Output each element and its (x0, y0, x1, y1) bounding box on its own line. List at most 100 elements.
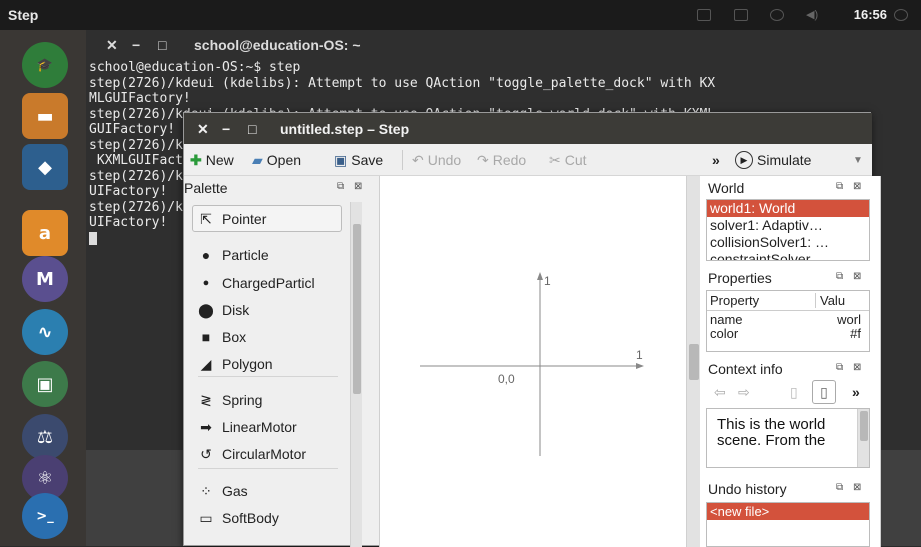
context-scrollbar[interactable] (857, 409, 869, 467)
palette-item-polygon[interactable]: ◢ Polygon (198, 352, 273, 376)
simulate-dropdown-icon[interactable]: ▼ (853, 150, 863, 170)
terminal-titlebar[interactable]: ✕ − □ school@education-OS: ~ (86, 30, 921, 58)
dock-float-icon[interactable]: ⧉ (836, 362, 843, 373)
step-window[interactable]: ✕ − □ untitled.step – Step ✚ New ▰ Open … (183, 112, 881, 547)
redo-button[interactable]: ↷ Redo (477, 150, 526, 170)
palette-item-spring[interactable]: ≷ Spring (198, 388, 262, 412)
palette-item-disk[interactable]: ⬤ Disk (198, 298, 249, 322)
dock-float-icon[interactable]: ⧉ (337, 181, 344, 192)
property-value[interactable]: #f (850, 326, 861, 341)
launcher-terminal-small-icon[interactable]: >_ (22, 493, 68, 539)
property-value[interactable]: worl (837, 312, 861, 327)
dock-float-icon[interactable]: ⧉ (836, 271, 843, 282)
close-icon[interactable]: ✕ (106, 37, 118, 54)
property-name[interactable]: name (710, 312, 743, 327)
undo-history-item[interactable]: <new file> (707, 503, 869, 520)
world-list-item[interactable]: world1: World (707, 200, 869, 217)
palette-item-linear-motor[interactable]: ➡ LinearMotor (198, 415, 297, 439)
palette-scrollbar[interactable] (350, 202, 362, 547)
palette-item-charged-particle[interactable]: ● ChargedParticl (198, 271, 315, 295)
launcher-files-icon[interactable]: ▬ (22, 93, 68, 139)
context-overflow-button[interactable]: » (852, 384, 860, 400)
lock-page-icon[interactable]: ▯ (812, 380, 836, 404)
toolbar-overflow-button[interactable]: » (712, 150, 720, 170)
palette-item-label: SoftBody (222, 510, 279, 526)
property-column-header[interactable]: Property (710, 293, 759, 308)
value-column-header[interactable]: Valu (815, 293, 845, 308)
palette-item-box[interactable]: ■ Box (198, 325, 246, 349)
palette-item-label: CircularMotor (222, 446, 307, 462)
property-name[interactable]: color (710, 326, 738, 341)
palette-item-label: ChargedParticl (222, 275, 315, 291)
box-icon: ■ (201, 329, 211, 345)
dock-close-icon[interactable]: ⊠ (853, 271, 861, 282)
maximize-icon[interactable]: □ (158, 37, 166, 53)
palette-item-pointer[interactable]: ⇱ Pointer (198, 207, 266, 231)
dock-close-icon[interactable]: ⊠ (354, 181, 362, 192)
origin-label: 0,0 (498, 372, 515, 386)
dock-close-icon[interactable]: ⊠ (853, 362, 861, 373)
world-list-item[interactable]: constraintSolver (707, 251, 869, 260)
context-info-view[interactable]: This is the world scene. From the (706, 408, 870, 468)
dock-close-icon[interactable]: ⊠ (853, 482, 861, 493)
simulate-button[interactable]: ▶ Simulate (735, 150, 811, 170)
launcher: 🎓 ▬ ◆ a M ∿ ▣ ⚖ ⚛ >_ (0, 30, 86, 546)
world-object-list[interactable]: world1: World solver1: Adaptiv… collisionS… (706, 199, 870, 261)
maximize-icon[interactable]: □ (248, 121, 256, 137)
step-titlebar[interactable]: ✕ − □ untitled.step – Step (184, 113, 872, 144)
launcher-education-icon[interactable]: 🎓 (22, 42, 68, 88)
dock-float-icon[interactable]: ⧉ (836, 181, 843, 192)
disk-icon: ⬤ (198, 301, 214, 318)
bluetooth-icon[interactable] (770, 9, 784, 21)
minimize-icon[interactable]: − (222, 121, 230, 137)
terminal-title: school@education-OS: ~ (194, 37, 361, 53)
properties-table[interactable]: Property Valu name worl color #f (706, 290, 870, 352)
undo-history-list[interactable]: <new file> (706, 502, 870, 547)
dock-float-icon[interactable]: ⧉ (836, 482, 843, 493)
scene-axes (420, 272, 644, 456)
scrollbar-thumb[interactable] (860, 411, 868, 441)
world-list-item[interactable]: solver1: Adaptiv… (707, 217, 869, 234)
minimize-icon[interactable]: − (132, 37, 140, 53)
new-button[interactable]: ✚ New (190, 150, 234, 170)
launcher-maxima-icon[interactable]: M (22, 256, 68, 302)
scrollbar-thumb[interactable] (689, 344, 699, 380)
dock-close-icon[interactable]: ⊠ (853, 181, 861, 192)
right-dock-area: World ⧉ ⊠ world1: World solver1: Adaptiv…… (704, 176, 872, 547)
network-icon[interactable] (734, 9, 748, 21)
charged-particle-icon: ● (202, 277, 210, 289)
palette-item-particle[interactable]: ● Particle (198, 243, 269, 267)
save-button[interactable]: ▣ Save (334, 150, 383, 170)
active-app-name: Step (8, 7, 39, 23)
keyboard-indicator-icon[interactable] (697, 9, 711, 21)
volume-icon[interactable]: ◀) (806, 8, 820, 21)
close-icon[interactable]: ✕ (197, 121, 209, 138)
cut-button[interactable]: ✂ Cut (549, 150, 587, 170)
back-icon[interactable]: ⇦ (714, 384, 726, 401)
sync-icon[interactable]: ▯ (790, 384, 798, 401)
forward-icon[interactable]: ⇨ (738, 384, 750, 401)
launcher-step-icon[interactable]: ⚖ (22, 414, 68, 460)
header-divider (707, 310, 869, 311)
palette-item-soft-body[interactable]: ▭ SoftBody (198, 506, 279, 530)
launcher-graph-icon[interactable]: ∿ (22, 309, 68, 355)
palette-item-gas[interactable]: ⁘ Gas (198, 479, 248, 503)
open-button[interactable]: ▰ Open (252, 150, 301, 170)
polygon-icon: ◢ (200, 355, 212, 372)
scene-scrollbar[interactable] (686, 176, 700, 547)
terminal-line: MLGUIFactory! (89, 91, 191, 106)
scrollbar-thumb[interactable] (353, 224, 361, 394)
undo-button[interactable]: ↶ Undo (412, 150, 461, 170)
palette-item-circular-motor[interactable]: ↺ CircularMotor (198, 442, 306, 466)
clock[interactable]: 16:56 (854, 7, 887, 22)
y-axis-tick-label: 1 (544, 274, 551, 288)
world-list-item[interactable]: collisionSolver1: … (707, 234, 869, 251)
palette-separator (198, 468, 338, 469)
palette-item-label: Gas (222, 483, 248, 499)
launcher-amazon-icon[interactable]: a (22, 210, 68, 256)
launcher-screenshot-icon[interactable]: ▣ (22, 361, 68, 407)
palette-separator (198, 376, 338, 377)
launcher-telescope-icon[interactable]: ◆ (22, 144, 68, 190)
play-icon: ▶ (735, 151, 753, 169)
power-icon[interactable] (894, 9, 908, 21)
